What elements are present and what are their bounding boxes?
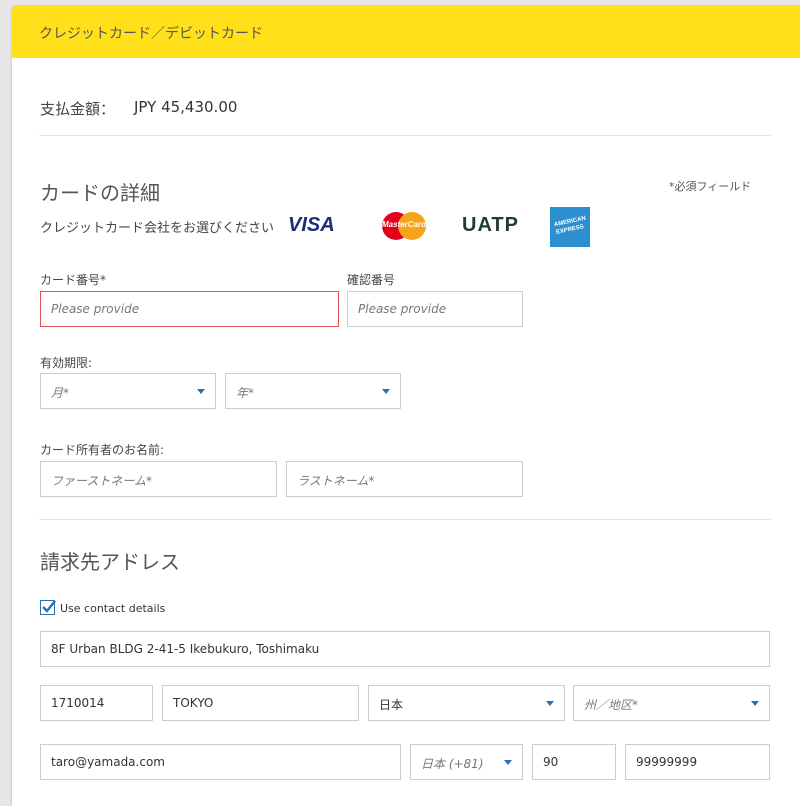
city-input[interactable]: TOKYO: [162, 685, 359, 721]
last-name-input[interactable]: ラストネーム*: [286, 461, 523, 497]
cvv-input[interactable]: Please provide: [347, 291, 523, 327]
payment-form: クレジットカード／デビットカード 支払金額： JPY 45,430.00 カード…: [12, 6, 800, 806]
checkmark-icon: [42, 600, 56, 613]
divider: [39, 519, 771, 520]
expiry-month-select[interactable]: 月*: [40, 373, 216, 409]
state-select[interactable]: 州／地区*: [573, 685, 770, 721]
card-details-title: カードの詳細: [40, 181, 160, 205]
use-contact-label: Use contact details: [60, 602, 166, 615]
card-number-label: カード番号*: [40, 273, 107, 287]
billing-title: 請求先アドレス: [40, 550, 180, 574]
first-name-input[interactable]: ファーストネーム*: [40, 461, 277, 497]
country-select[interactable]: 日本: [368, 685, 565, 721]
header-title: クレジットカード／デビットカード: [39, 26, 263, 42]
chevron-down-icon: [197, 389, 205, 394]
postal-code-input[interactable]: 1710014: [40, 685, 153, 721]
chevron-down-icon: [546, 701, 554, 706]
chevron-down-icon: [504, 760, 512, 765]
chevron-down-icon: [382, 389, 390, 394]
uatp-logo[interactable]: UATP: [462, 214, 519, 237]
divider: [39, 135, 771, 136]
amount-value: JPY 45,430.00: [134, 98, 238, 116]
email-input[interactable]: taro@yamada.com: [40, 744, 401, 780]
mastercard-logo[interactable]: MasterCard: [380, 211, 428, 241]
card-number-input[interactable]: Please provide: [40, 291, 339, 327]
header-bar: クレジットカード／デビットカード: [12, 6, 800, 58]
amex-logo[interactable]: AMERICAN EXPRESS: [550, 207, 590, 247]
address-input[interactable]: 8F Urban BLDG 2-41-5 Ikebukuro, Toshimak…: [40, 631, 770, 667]
area-code-input[interactable]: 90: [532, 744, 616, 780]
phone-country-select[interactable]: 日本 (+81): [410, 744, 523, 780]
required-note: *必須フィールド: [669, 180, 752, 193]
expiry-label: 有効期限:: [40, 356, 93, 370]
expiry-year-select[interactable]: 年*: [225, 373, 401, 409]
cardholder-label: カード所有者のお名前:: [40, 443, 165, 457]
select-card-note: クレジットカード会社をお選びください: [40, 221, 275, 236]
visa-logo[interactable]: VISA: [288, 214, 335, 237]
amount-label: 支払金額：: [40, 100, 116, 118]
phone-number-input[interactable]: 99999999: [625, 744, 770, 780]
use-contact-checkbox[interactable]: [40, 600, 56, 615]
chevron-down-icon: [751, 701, 759, 706]
cvv-label: 確認番号: [347, 273, 396, 287]
